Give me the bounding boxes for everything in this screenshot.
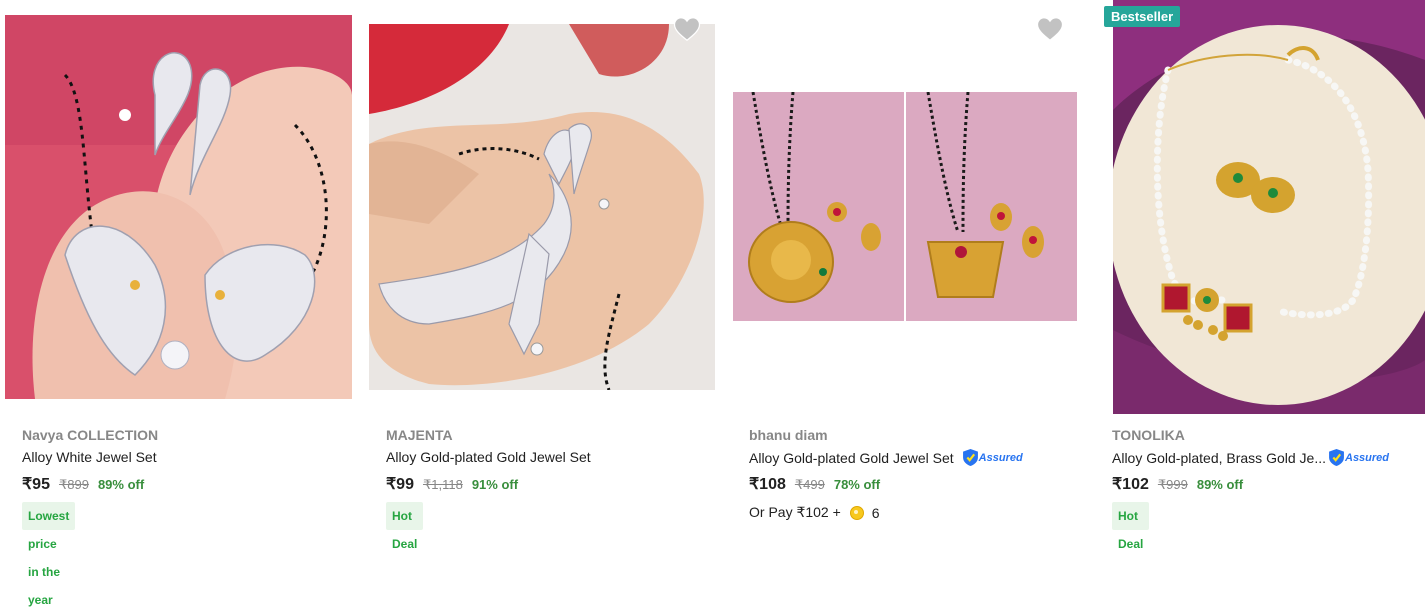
original-price: ₹499 bbox=[794, 477, 825, 492]
selling-price: ₹99 bbox=[386, 476, 414, 493]
brand-name: TONOLIKA bbox=[1112, 427, 1185, 443]
deal-tag: Hot Deal bbox=[386, 502, 424, 551]
product-title[interactable]: Alloy White Jewel Set bbox=[22, 449, 157, 465]
or-pay-text: Or Pay ₹102 + bbox=[749, 504, 841, 520]
original-price: ₹899 bbox=[58, 477, 89, 492]
bestseller-badge: Bestseller bbox=[1104, 6, 1181, 27]
assured-badge: Assured bbox=[1329, 449, 1389, 466]
product-title-row[interactable]: Alloy Gold-plated, Brass Gold Je... Assu… bbox=[1112, 449, 1389, 466]
supercoin-icon bbox=[849, 505, 864, 520]
deal-tag: Lowest price in the year bbox=[22, 502, 76, 607]
or-pay-with-coins: Or Pay ₹102 + 6 bbox=[749, 504, 880, 521]
assured-shield-icon bbox=[962, 449, 978, 466]
product-title-row[interactable]: Alloy Gold-plated Gold Jewel Set Assured bbox=[749, 449, 1023, 466]
selling-price: ₹108 bbox=[749, 476, 786, 493]
brand-name: MAJENTA bbox=[386, 427, 453, 443]
discount-percent: 91% off bbox=[471, 477, 519, 492]
assured-label: Assured bbox=[978, 451, 1023, 464]
discount-percent: 78% off bbox=[833, 477, 881, 492]
assured-badge: Assured bbox=[962, 449, 1023, 466]
original-price: ₹999 bbox=[1157, 477, 1188, 492]
original-price: ₹1,118 bbox=[422, 477, 463, 492]
assured-label: Assured bbox=[1345, 451, 1390, 464]
product-image[interactable] bbox=[733, 92, 1077, 321]
brand-name: Navya COLLECTION bbox=[22, 427, 159, 443]
discount-percent: 89% off bbox=[97, 477, 145, 492]
deal-tag: Hot Deal bbox=[1112, 502, 1150, 551]
product-title[interactable]: Alloy Gold-plated Gold Jewel Set bbox=[749, 450, 954, 466]
product-image[interactable] bbox=[369, 24, 715, 390]
discount-percent: 89% off bbox=[1196, 477, 1244, 492]
price-row: ₹95 ₹899 89% off bbox=[22, 474, 144, 494]
product-image[interactable] bbox=[5, 15, 352, 399]
product-title[interactable]: Alloy Gold-plated Gold Jewel Set bbox=[386, 449, 591, 465]
coins-count: 6 bbox=[871, 504, 880, 521]
product-image[interactable] bbox=[1113, 0, 1425, 414]
price-row: ₹108 ₹499 78% off bbox=[749, 474, 880, 494]
product-title[interactable]: Alloy Gold-plated, Brass Gold Je... bbox=[1112, 450, 1326, 466]
selling-price: ₹102 bbox=[1112, 476, 1149, 493]
selling-price: ₹95 bbox=[22, 476, 50, 493]
price-row: ₹102 ₹999 89% off bbox=[1112, 474, 1243, 494]
wishlist-heart-icon[interactable] bbox=[1035, 14, 1065, 44]
wishlist-heart-icon[interactable] bbox=[672, 14, 702, 44]
price-row: ₹99 ₹1,118 91% off bbox=[386, 474, 518, 494]
assured-shield-icon bbox=[1329, 449, 1344, 466]
brand-name: bhanu diam bbox=[749, 427, 828, 443]
